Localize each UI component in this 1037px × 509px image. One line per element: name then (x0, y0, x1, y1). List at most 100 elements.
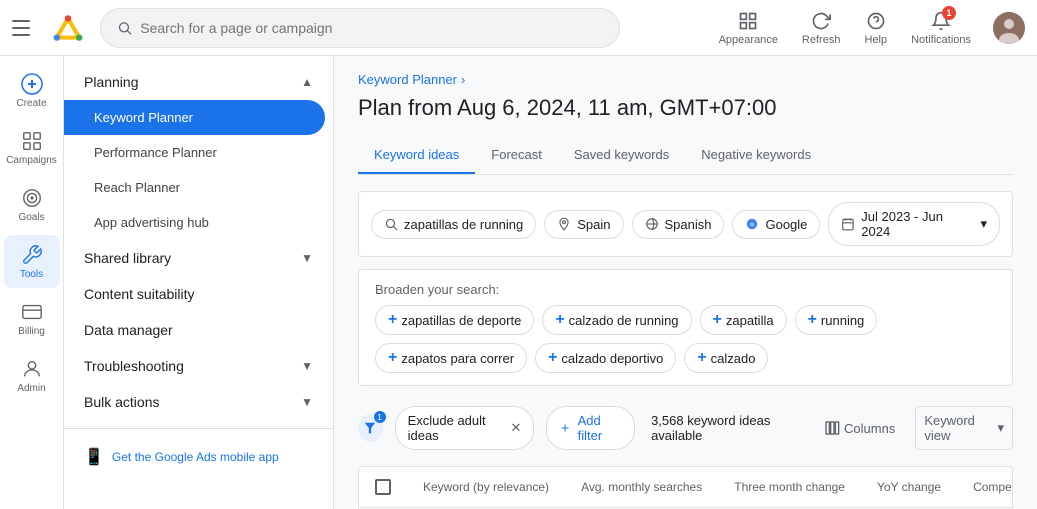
nav-item-app-advertising-hub[interactable]: App advertising hub (64, 205, 325, 240)
nav-section-content-suitability: Content suitability (64, 276, 333, 312)
remove-filter-icon[interactable]: ✕ (511, 420, 522, 436)
competition-header[interactable]: Competition (957, 467, 1013, 508)
troubleshooting-header[interactable]: Troubleshooting ▼ (64, 348, 333, 384)
language-filter-value: Spanish (665, 217, 712, 232)
refresh-label: Refresh (802, 34, 841, 46)
appearance-label: Appearance (719, 34, 778, 46)
yoy-header[interactable]: YoY change (861, 467, 957, 508)
nav-item-performance-planner[interactable]: Performance Planner (64, 135, 325, 170)
appearance-button[interactable]: Appearance (709, 6, 788, 50)
broaden-chip-label-5: calzado deportivo (561, 351, 663, 366)
plus-icon-1: + (555, 311, 564, 329)
columns-icon (824, 420, 840, 436)
broaden-chip-4[interactable]: + zapatos para correr (375, 343, 527, 373)
admin-label: Admin (17, 383, 45, 394)
tools-label: Tools (20, 269, 43, 280)
select-all-checkbox[interactable] (375, 479, 391, 495)
tab-forecast[interactable]: Forecast (475, 137, 558, 174)
broaden-section: Broaden your search: + zapatillas de dep… (358, 269, 1013, 386)
create-icon (20, 72, 44, 96)
refresh-icon (810, 10, 832, 32)
billing-label: Billing (18, 326, 45, 337)
broaden-chip-label-1: calzado de running (569, 313, 679, 328)
add-filter-icon (559, 421, 571, 435)
help-label: Help (864, 34, 887, 46)
nav-item-keyword-planner[interactable]: Keyword Planner (64, 100, 325, 135)
bulk-actions-header[interactable]: Bulk actions ▼ (64, 384, 333, 420)
keyword-filter[interactable]: zapatillas de running (371, 210, 536, 239)
calendar-icon (841, 217, 855, 231)
date-filter-value: Jul 2023 - Jun 2024 (861, 209, 974, 239)
broaden-chip-2[interactable]: + zapatilla (700, 305, 787, 335)
broaden-chip-0[interactable]: + zapatillas de deporte (375, 305, 534, 335)
planning-header[interactable]: Planning ▲ (64, 64, 333, 100)
avg-monthly-header[interactable]: Avg. monthly searches (565, 467, 718, 508)
google-ads-logo (52, 12, 84, 44)
left-sidebar: Create Campaigns Goals Tools Billing (0, 56, 64, 509)
planning-chevron-icon: ▲ (301, 75, 313, 89)
tab-negative-keywords[interactable]: Negative keywords (685, 137, 827, 174)
broaden-chip-1[interactable]: + calzado de running (542, 305, 691, 335)
content-suitability-label: Content suitability (84, 286, 195, 302)
date-filter[interactable]: Jul 2023 - Jun 2024 ▾ (828, 202, 1000, 246)
exclude-adult-filter[interactable]: Exclude adult ideas ✕ (395, 406, 535, 450)
keyword-header[interactable]: Keyword (by relevance) (407, 467, 565, 508)
broaden-chip-label-6: calzado (711, 351, 756, 366)
sidebar-item-campaigns[interactable]: Campaigns (4, 121, 60, 174)
sidebar-item-create[interactable]: Create (4, 64, 60, 117)
help-button[interactable]: Help (854, 6, 897, 50)
content-suitability-header[interactable]: Content suitability (64, 276, 333, 312)
sidebar-item-admin[interactable]: Admin (4, 349, 60, 402)
tab-keyword-ideas[interactable]: Keyword ideas (358, 137, 475, 174)
columns-label: Columns (844, 421, 895, 436)
appearance-icon (737, 10, 759, 32)
tabs: Keyword ideas Forecast Saved keywords Ne… (358, 137, 1013, 175)
tab-saved-keywords[interactable]: Saved keywords (558, 137, 685, 174)
notification-badge: 1 (942, 6, 956, 20)
user-avatar[interactable] (993, 12, 1025, 44)
broaden-chip-6[interactable]: + calzado (684, 343, 768, 373)
nav-item-reach-planner[interactable]: Reach Planner (64, 170, 325, 205)
network-filter[interactable]: G Google (732, 210, 820, 239)
notifications-label: Notifications (911, 34, 971, 46)
broaden-chip-label-4: zapatos para correr (401, 351, 514, 366)
sidebar-item-tools[interactable]: Tools (4, 235, 60, 288)
broaden-chip-3[interactable]: + running (795, 305, 878, 335)
billing-icon (20, 300, 44, 324)
goals-icon (20, 186, 44, 210)
breadcrumb-text: Keyword Planner (358, 72, 457, 87)
add-filter-button[interactable]: Add filter (546, 406, 635, 450)
sidebar-item-goals[interactable]: Goals (4, 178, 60, 231)
nav-section-data-manager: Data manager (64, 312, 333, 348)
search-icon (117, 20, 132, 36)
keyword-view-button[interactable]: Keyword view ▾ (915, 406, 1013, 450)
filter-bar: zapatillas de running Spain Spanish G Go… (358, 191, 1013, 257)
three-month-header[interactable]: Three month change (718, 467, 861, 508)
sidebar-item-billing[interactable]: Billing (4, 292, 60, 345)
nav-sidebar: Planning ▲ Keyword Planner Performance P… (64, 56, 334, 509)
filter-count-badge: 1 (374, 411, 386, 423)
admin-icon (20, 357, 44, 381)
shared-library-header[interactable]: Shared library ▼ (64, 240, 333, 276)
nav-divider (64, 428, 333, 429)
data-manager-label: Data manager (84, 322, 173, 338)
nav-actions: Appearance Refresh Help 1 (709, 6, 1025, 50)
breadcrumb-arrow: › (461, 72, 465, 87)
plus-icon-0: + (388, 311, 397, 329)
hamburger-menu[interactable] (12, 16, 36, 40)
refresh-button[interactable]: Refresh (792, 6, 851, 50)
breadcrumb[interactable]: Keyword Planner › (358, 72, 1013, 87)
search-bar[interactable] (100, 8, 620, 48)
location-filter[interactable]: Spain (544, 210, 623, 239)
language-filter[interactable]: Spanish (632, 210, 725, 239)
top-nav: Appearance Refresh Help 1 (0, 0, 1037, 56)
results-count: 3,568 keyword ideas available (651, 413, 804, 443)
notifications-button[interactable]: 1 Notifications (901, 6, 981, 50)
add-filter-label: Add filter (578, 413, 622, 443)
nav-section-planning: Planning ▲ Keyword Planner Performance P… (64, 64, 333, 240)
broaden-chip-5[interactable]: + calzado deportivo (535, 343, 676, 373)
get-app-link[interactable]: 📱 Get the Google Ads mobile app (64, 437, 333, 477)
data-manager-header[interactable]: Data manager (64, 312, 333, 348)
search-input[interactable] (140, 20, 603, 36)
columns-button[interactable]: Columns (816, 414, 903, 442)
